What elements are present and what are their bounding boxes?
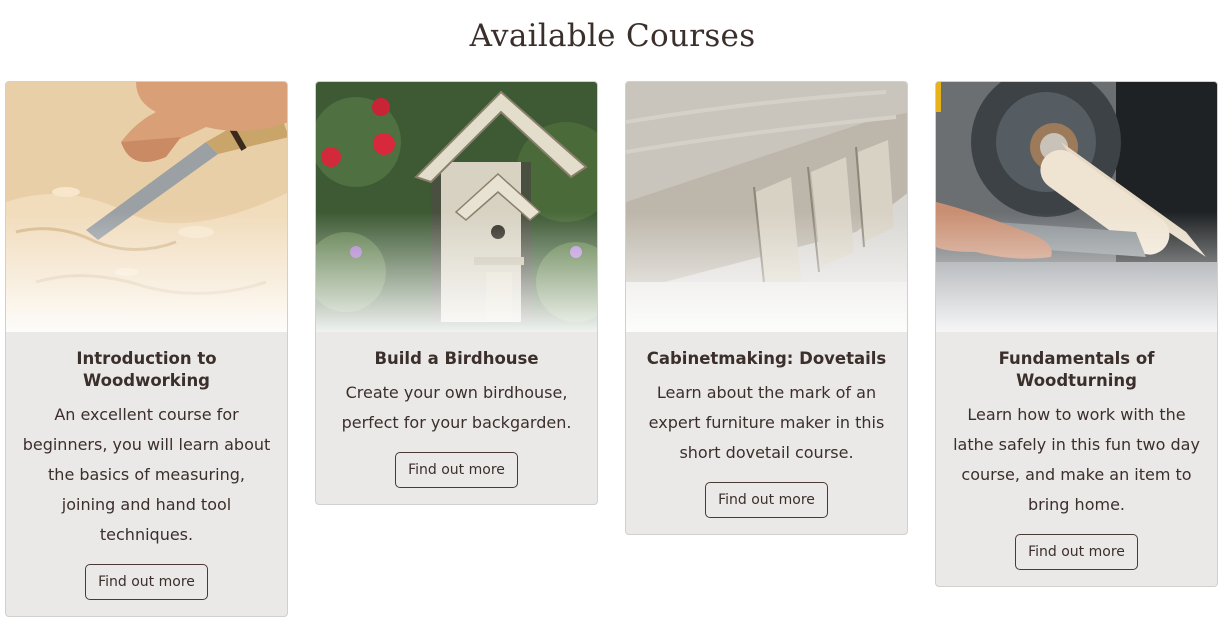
card-body: Build a Birdhouse Create your own birdho…	[316, 332, 597, 504]
course-description: Learn how to work with the lathe safely …	[953, 405, 1200, 514]
birdhouse-photo	[316, 82, 597, 332]
image-fade	[936, 212, 1217, 332]
course-title: Cabinetmaking: Dovetails	[646, 349, 887, 368]
dovetail-joint-photo	[626, 82, 907, 332]
course-title: Introduction to Woodworking	[76, 349, 217, 390]
course-title: Fundamentals of Woodturning	[998, 349, 1155, 390]
page-title: Available Courses	[469, 18, 756, 54]
course-card-dovetails: Cabinetmaking: Dovetails Learn about the…	[625, 81, 908, 535]
find-out-more-button[interactable]: Find out more	[85, 564, 208, 600]
card-body: Cabinetmaking: Dovetails Learn about the…	[626, 332, 907, 534]
course-description: Create your own birdhouse, perfect for y…	[341, 383, 572, 432]
card-body: Fundamentals of Woodturning Learn how to…	[936, 332, 1217, 586]
image-fade	[626, 212, 907, 332]
image-fade	[6, 212, 287, 332]
image-fade	[316, 212, 597, 332]
course-description: An excellent course for beginners, you w…	[22, 405, 271, 544]
course-card-birdhouse: Build a Birdhouse Create your own birdho…	[315, 81, 598, 505]
course-cards: Introduction to Woodworking An excellent…	[5, 81, 1218, 617]
find-out-more-button[interactable]: Find out more	[395, 452, 518, 488]
course-title: Build a Birdhouse	[374, 349, 539, 368]
find-out-more-button[interactable]: Find out more	[1015, 534, 1138, 570]
page: Available Courses Introduction to Woodwo…	[0, 0, 1225, 628]
lathe-photo	[936, 82, 1217, 332]
card-body: Introduction to Woodworking An excellent…	[6, 332, 287, 616]
course-description: Learn about the mark of an expert furnit…	[648, 383, 885, 462]
course-card-woodturning: Fundamentals of Woodturning Learn how to…	[935, 81, 1218, 587]
chisel-carving-photo	[6, 82, 287, 332]
find-out-more-button[interactable]: Find out more	[705, 482, 828, 518]
course-card-woodworking: Introduction to Woodworking An excellent…	[5, 81, 288, 617]
